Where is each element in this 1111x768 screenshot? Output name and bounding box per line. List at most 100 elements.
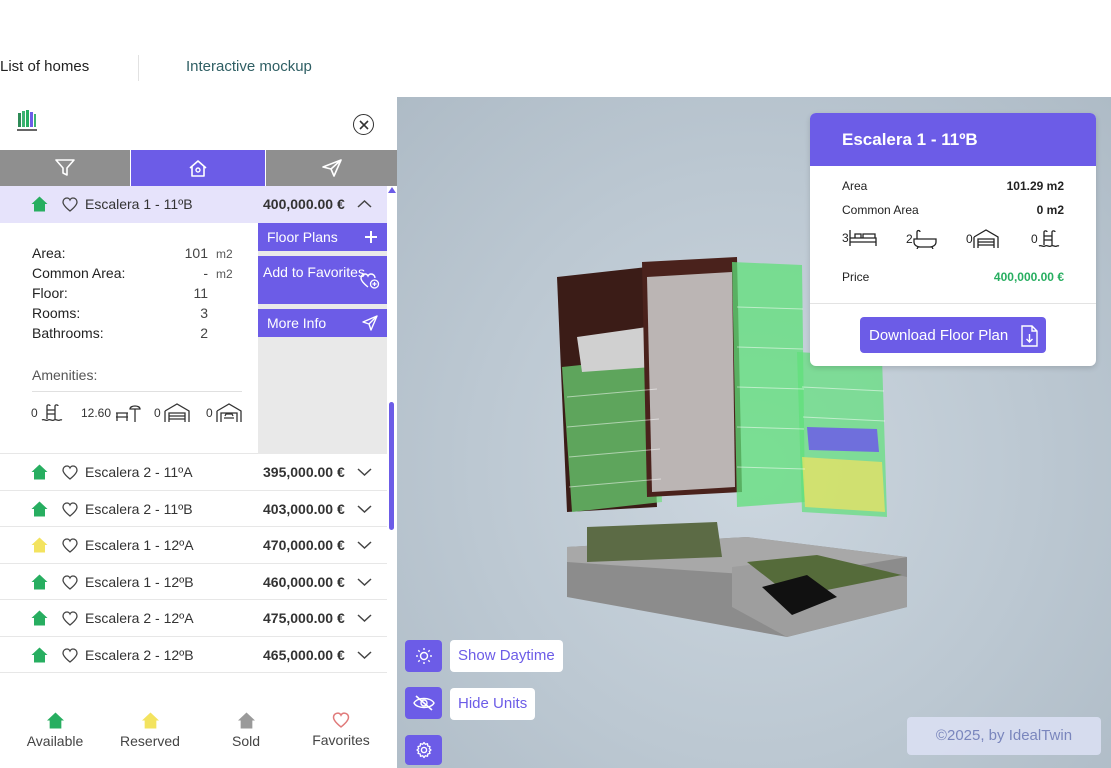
list-item-name: Escalera 1 - 12ºA — [85, 537, 194, 553]
heart-outline-icon[interactable] — [62, 647, 78, 663]
unit-area-label: Area — [842, 179, 868, 193]
unit-info-divider — [810, 303, 1096, 304]
unit-bedrooms-value: 3 — [842, 231, 849, 245]
heart-outline-icon[interactable] — [62, 197, 78, 212]
chevron-up-icon[interactable] — [357, 198, 372, 210]
unit-garages: 0 — [966, 229, 999, 249]
daytime-toggle-button[interactable] — [405, 640, 442, 672]
amenity-garage: 0 — [154, 403, 190, 423]
pool-icon — [1038, 230, 1059, 248]
amenity-storage-garage-value: 0 — [206, 406, 213, 420]
amenity-pool-value: 0 — [31, 406, 38, 420]
3d-viewer[interactable]: Escalera 1 - 11ºB Area 101.29 m2 Common … — [397, 97, 1111, 768]
heart-outline-icon — [332, 712, 350, 728]
spec-floor-label: Floor: — [32, 285, 68, 301]
list-item[interactable]: Escalera 1 - 12ºB 460,000.00 € — [0, 563, 387, 600]
hide-units-button[interactable] — [405, 687, 442, 719]
list-item[interactable]: Escalera 1 - 12ºA 470,000.00 € — [0, 527, 387, 564]
legend-sold[interactable]: Sold — [201, 712, 291, 749]
heart-outline-icon[interactable] — [62, 501, 78, 517]
spec-rooms-value: 3 — [200, 305, 208, 321]
spec-area-unit: m2 — [216, 247, 233, 261]
unit-info-title: Escalera 1 - 11ºB — [842, 130, 978, 149]
spec-floor-value: 11 — [193, 285, 208, 301]
idealtwin-logo — [17, 110, 37, 131]
amenity-terrace: 12.60 — [81, 403, 142, 423]
chevron-down-icon[interactable] — [357, 503, 372, 515]
legend-favorites-label: Favorites — [312, 732, 370, 748]
legend-sold-label: Sold — [231, 733, 261, 749]
tab-list-of-homes[interactable]: List of homes — [0, 58, 89, 75]
scroll-thumb[interactable] — [389, 402, 394, 530]
list-item[interactable]: Escalera 2 - 12ºA 475,000.00 € — [0, 600, 387, 637]
tab-homes[interactable] — [130, 150, 266, 186]
tab-send[interactable] — [266, 150, 397, 186]
heart-outline-icon[interactable] — [62, 465, 78, 480]
chevron-down-icon[interactable] — [357, 539, 372, 551]
list-item-price: 400,000.00 € — [263, 196, 345, 212]
home-actions: Floor Plans Add to Favorites More Info — [258, 223, 387, 454]
amenities-divider — [32, 391, 242, 392]
close-icon — [358, 119, 369, 130]
list-scrollbar[interactable] — [387, 186, 397, 686]
tab-divider — [138, 55, 139, 81]
chevron-down-icon[interactable] — [357, 466, 372, 478]
download-floor-plan-button[interactable]: Download Floor Plan — [860, 317, 1046, 353]
chevron-down-icon[interactable] — [357, 649, 372, 661]
copyright-badge: ©2025, by IdealTwin — [907, 717, 1101, 755]
spec-rooms-label: Rooms: — [32, 305, 81, 321]
list-item-name: Escalera 2 - 11ºB — [85, 500, 193, 517]
gear-icon — [415, 741, 432, 759]
list-item-expanded[interactable]: Escalera 1 - 11ºB 400,000.00 € — [0, 186, 387, 223]
top-tab-bar: List of homes Interactive mockup — [0, 0, 1111, 97]
floor-plans-button[interactable]: Floor Plans — [258, 223, 387, 251]
unit-info-card: Escalera 1 - 11ºB Area 101.29 m2 Common … — [810, 113, 1096, 366]
chevron-down-icon[interactable] — [357, 612, 372, 624]
legend-reserved[interactable]: Reserved — [105, 712, 195, 749]
home-list[interactable]: Escalera 1 - 11ºB 400,000.00 € Area: 101… — [0, 186, 397, 686]
available-home-icon — [31, 647, 48, 662]
spec-bathrooms-value: 2 — [200, 325, 208, 341]
heart-outline-icon[interactable] — [62, 574, 78, 590]
add-to-favorites-button[interactable]: Add to Favorites — [258, 256, 387, 304]
status-legend: Available Reserved Sold Favorites — [0, 692, 397, 768]
unit-bathrooms-value: 2 — [906, 232, 913, 246]
heart-outline-icon[interactable] — [62, 538, 78, 553]
list-item[interactable]: Escalera 2 - 12ºB 465,000.00 € — [0, 636, 387, 673]
scroll-up-arrow-icon[interactable] — [388, 187, 396, 193]
spec-common-area-unit: m2 — [216, 267, 233, 281]
download-floor-plan-label: Download Floor Plan — [869, 327, 1009, 344]
list-item-price: 460,000.00 € — [263, 573, 345, 590]
unit-price-value: 400,000.00 € — [993, 270, 1064, 284]
more-info-label: More Info — [267, 315, 327, 331]
heart-add-icon — [360, 273, 380, 289]
tab-interactive-mockup[interactable]: Interactive mockup — [186, 58, 312, 75]
list-item-name: Escalera 2 - 11ºA — [85, 464, 193, 480]
send-icon — [321, 159, 342, 177]
floor-plans-label: Floor Plans — [267, 229, 338, 245]
unit-bathrooms: 2 — [906, 229, 937, 249]
more-info-button[interactable]: More Info — [258, 309, 387, 337]
close-panel-button[interactable] — [353, 114, 374, 135]
tab-filter[interactable] — [0, 150, 130, 186]
show-daytime-label[interactable]: Show Daytime — [450, 640, 563, 672]
bathtub-icon — [913, 229, 937, 249]
legend-favorites[interactable]: Favorites — [296, 712, 386, 748]
available-home-icon — [46, 712, 64, 729]
heart-outline-icon[interactable] — [62, 611, 78, 626]
legend-available[interactable]: Available — [10, 712, 100, 749]
reserved-home-icon — [31, 537, 48, 553]
collapsed-rows: Escalera 2 - 11ºA 395,000.00 € Escalera 2 … — [0, 454, 387, 673]
list-item[interactable]: Escalera 2 - 11ºA 395,000.00 € — [0, 454, 387, 491]
amenity-terrace-value: 12.60 — [81, 406, 112, 420]
unit-pools: 0 — [1031, 229, 1060, 249]
hide-units-label[interactable]: Hide Units — [450, 688, 536, 720]
settings-button[interactable] — [405, 735, 442, 765]
legend-reserved-label: Reserved — [120, 733, 180, 749]
list-item[interactable]: Escalera 2 - 11ºB 403,000.00 € — [0, 490, 387, 527]
list-item-price: 403,000.00 € — [263, 500, 345, 517]
pool-icon — [41, 404, 62, 422]
garage-icon — [164, 403, 190, 422]
chevron-down-icon[interactable] — [357, 576, 372, 588]
plus-icon — [365, 231, 377, 243]
